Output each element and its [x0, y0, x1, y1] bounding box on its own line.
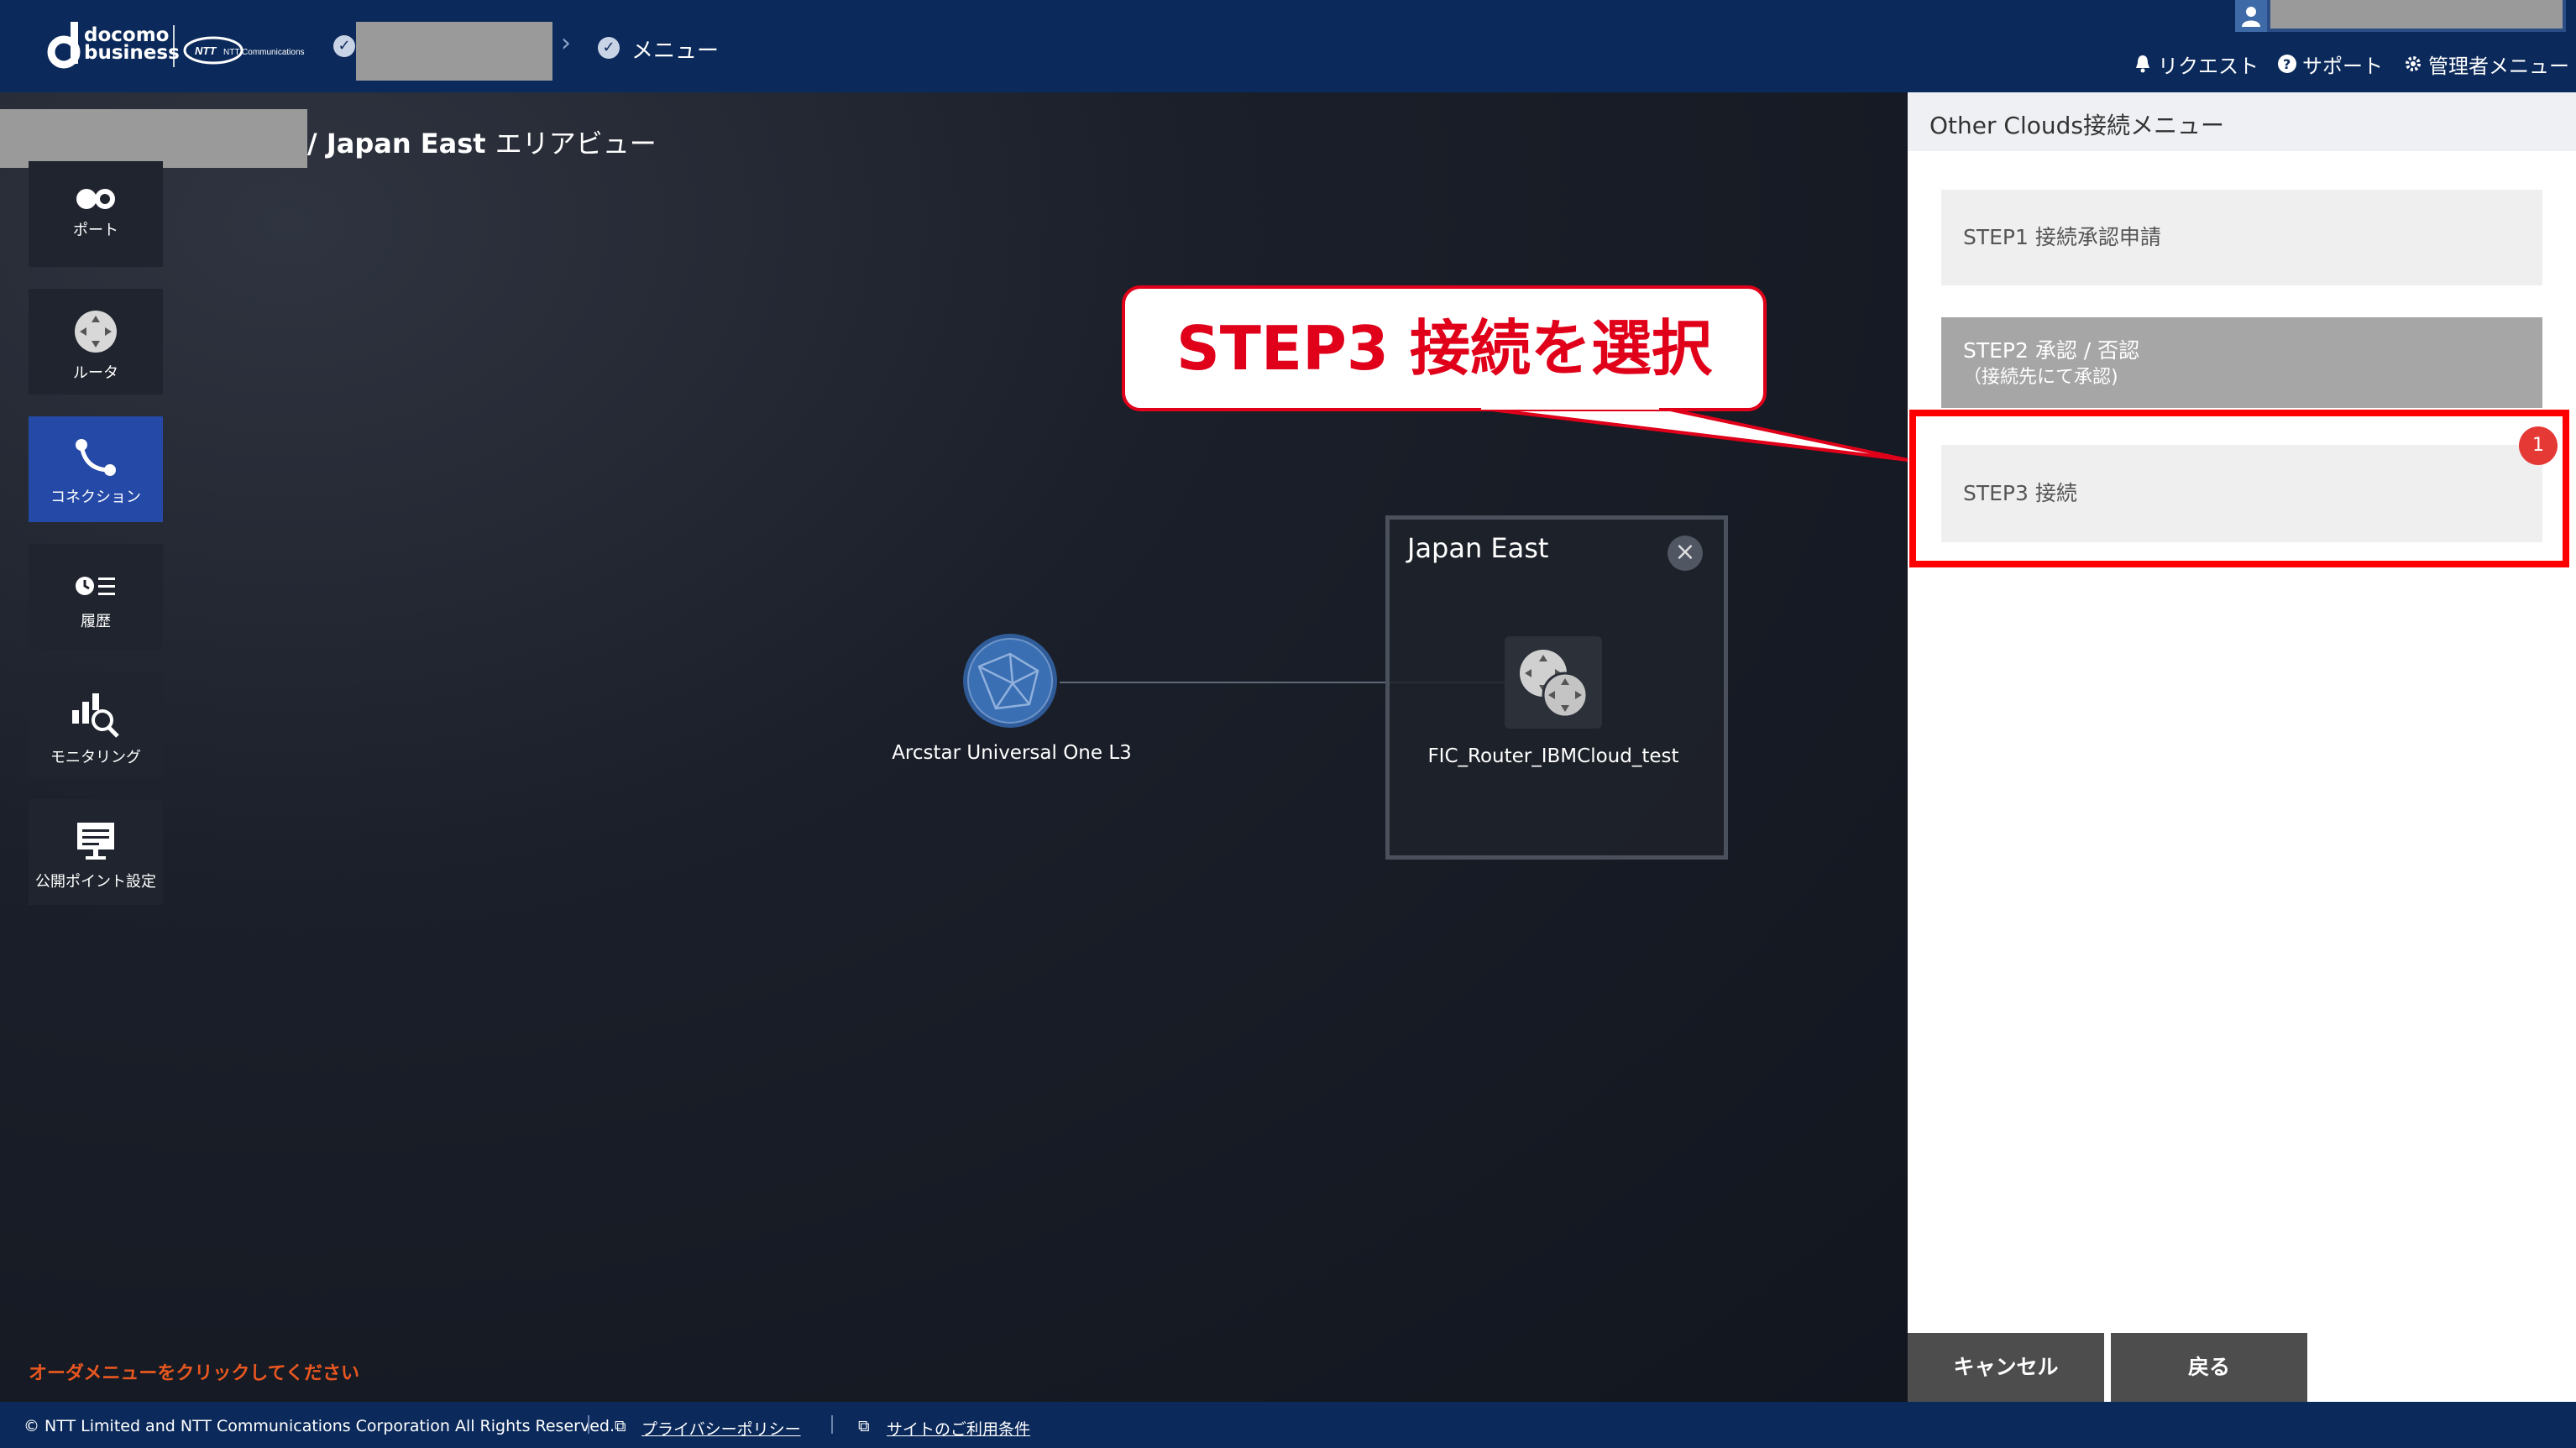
breadcrumb-chevron-icon: ›: [561, 29, 571, 58]
breadcrumb-redacted[interactable]: [356, 22, 552, 81]
page-title-area: / Japan East: [307, 128, 486, 159]
step2-sublabel: （接続先にて承認): [1963, 367, 2118, 388]
step1-button[interactable]: STEP1 接続承認申請: [1941, 190, 2542, 285]
footer-divider: [588, 1415, 589, 1434]
step1-label: STEP1 接続承認申請: [1963, 225, 2161, 249]
brand-line2: business: [84, 42, 180, 64]
external-link-icon: ⧉: [615, 1417, 626, 1435]
help-circle-icon: ?: [2278, 55, 2296, 73]
router-node-label: FIC_Router_IBMCloud_test: [1427, 745, 1679, 767]
port-icon: [76, 189, 115, 209]
admin-menu-link[interactable]: 管理者メニュー: [2403, 47, 2569, 81]
page-title-view: エリアビュー: [495, 128, 657, 159]
router-icon: [1520, 650, 1589, 719]
breadcrumb-check-icon: ✓: [598, 37, 620, 59]
title-redacted: [0, 109, 307, 168]
support-link[interactable]: ? サポート: [2277, 47, 2383, 81]
sidebar-item-connection[interactable]: コネクション: [29, 416, 163, 522]
sidebar-item-label: 履歴: [81, 613, 111, 630]
step3-highlight-frame: [1909, 410, 2569, 567]
step2-label: STEP2 承認 / 否認: [1963, 338, 2140, 363]
history-icon: [76, 577, 115, 595]
logo-separator: [173, 25, 175, 67]
area-box-title: Japan East: [1407, 532, 1549, 564]
sidebar-item-label: モニタリング: [50, 749, 141, 766]
bell-icon: [2136, 55, 2149, 73]
footer-divider: [831, 1415, 833, 1434]
close-icon[interactable]: ×: [1668, 536, 1703, 571]
breadcrumb-check-icon: ✓: [333, 35, 355, 57]
breadcrumb-menu[interactable]: メニュー: [631, 34, 719, 65]
user-name-redacted: [2270, 0, 2563, 29]
svg-text:NTT Communications: NTT Communications: [223, 48, 305, 57]
sidebar-item-monitoring[interactable]: モニタリング: [29, 672, 163, 777]
order-menu-hint: オーダメニューをクリックしてください: [29, 1363, 360, 1384]
svg-text:NTT: NTT: [195, 44, 217, 57]
svg-text:?: ?: [2283, 56, 2291, 72]
back-button[interactable]: 戻る: [2111, 1333, 2307, 1402]
public-point-icon: [77, 823, 114, 860]
sidebar-item-router[interactable]: ルータ: [29, 289, 163, 395]
connection-icon: [76, 439, 116, 476]
sidebar-item-public-point[interactable]: 公開ポイント設定: [29, 799, 163, 905]
request-link-label: リクエスト: [2158, 54, 2259, 78]
sidebar-item-history[interactable]: 履歴: [29, 544, 163, 650]
cancel-button[interactable]: キャンセル: [1908, 1333, 2104, 1402]
brand-logo-text: docomo business: [84, 26, 180, 64]
admin-menu-label: 管理者メニュー: [2428, 54, 2569, 78]
external-link-icon: ⧉: [858, 1417, 870, 1435]
globe-node-label: Arcstar Universal One L3: [892, 742, 1132, 764]
step2-button: STEP2 承認 / 否認 （接続先にて承認): [1941, 317, 2542, 408]
terms-of-use-link[interactable]: サイトのご利用条件: [887, 1417, 1030, 1440]
sidebar-item-label: ポート: [73, 222, 118, 239]
gear-icon: [2406, 56, 2421, 71]
network-globe-icon[interactable]: [962, 633, 1058, 729]
sidebar-item-label: 公開ポイント設定: [35, 873, 156, 891]
sidebar-item-port[interactable]: ポート: [29, 161, 163, 267]
monitoring-icon: [72, 693, 119, 738]
user-icon: [2235, 0, 2267, 32]
annotation-callout: STEP3 接続を選択: [1122, 285, 1767, 411]
step3-badge: 1: [2519, 426, 2558, 465]
page-title: / Japan East エリアビュー: [307, 123, 657, 161]
router-icon: [75, 311, 117, 353]
footer: © NTT Limited and NTT Communications Cor…: [0, 1402, 2576, 1448]
router-node[interactable]: [1505, 636, 1602, 729]
right-panel: [1908, 92, 2576, 1402]
footer-copyright: © NTT Limited and NTT Communications Cor…: [24, 1417, 615, 1435]
privacy-policy-link[interactable]: プライバシーポリシー: [641, 1417, 801, 1440]
sidebar-item-label: コネクション: [50, 489, 141, 506]
sidebar-item-label: ルータ: [73, 364, 118, 382]
support-link-label: サポート: [2302, 54, 2383, 78]
request-link[interactable]: リクエスト: [2133, 47, 2259, 81]
docomo-d-logo-icon: [47, 22, 81, 69]
panel-title: Other Clouds接続メニュー: [1929, 112, 2224, 139]
ntt-communications-logo-icon: NTT NTT Communications: [183, 36, 305, 65]
